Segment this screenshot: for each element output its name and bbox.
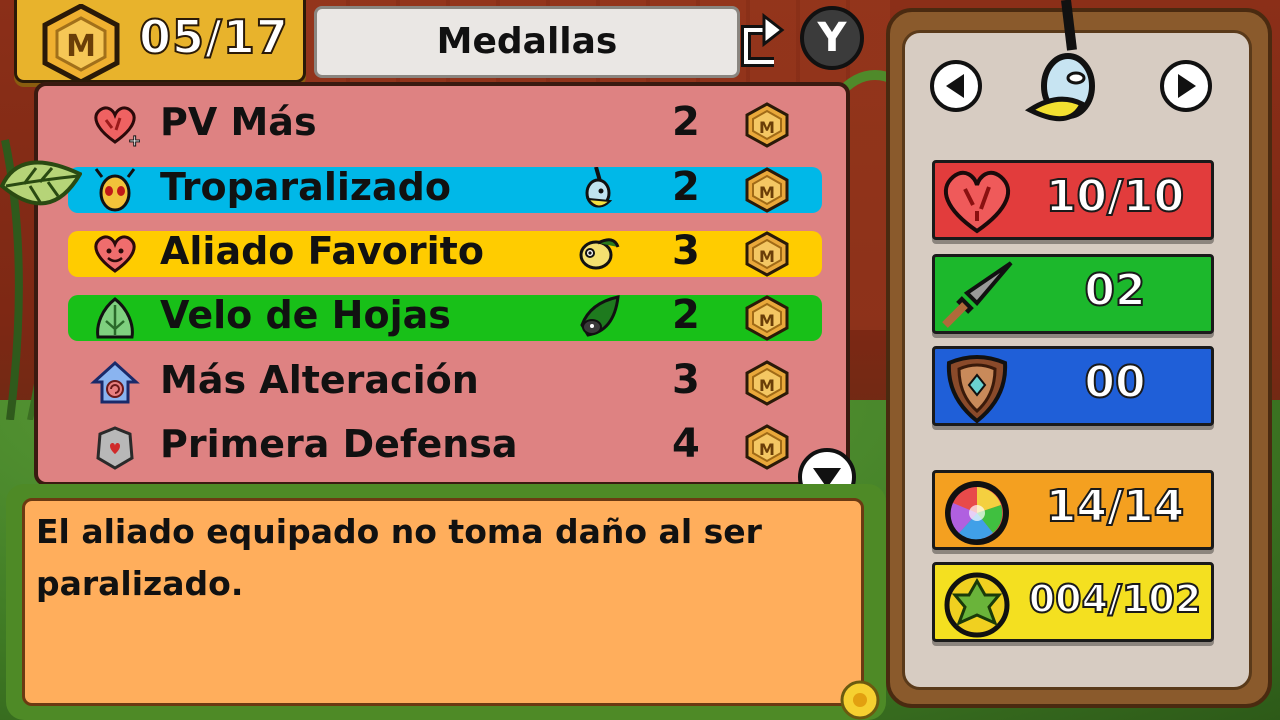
medal-row-mas-alteracion[interactable]: Más Alteración 3 M: [68, 357, 822, 406]
medal-icon: M: [42, 4, 120, 84]
medal-label: Troparalizado: [160, 165, 451, 209]
medal-icon: M: [745, 360, 789, 406]
svg-text:M: M: [759, 247, 775, 266]
stat-tp: 14/14: [932, 470, 1214, 550]
svg-text:+: +: [128, 131, 140, 148]
beetle-ally-icon: [579, 238, 620, 270]
medal-label: PV Más: [160, 100, 317, 144]
stat-attack: 02: [932, 254, 1214, 334]
shield-icon: [946, 355, 1008, 423]
medal-label: Aliado Favorito: [160, 229, 484, 273]
medal-cost: 2: [672, 99, 700, 145]
swap-arrow-icon: [741, 12, 785, 67]
chevron-right-icon: [1178, 74, 1196, 98]
medal-count-badge: M 05/17: [14, 0, 306, 84]
next-ally-button[interactable]: [1160, 60, 1212, 112]
medal-icon: M: [745, 295, 789, 341]
medal-cost: 4: [672, 421, 700, 467]
house-swirl-icon: [90, 360, 140, 404]
medal-cost: 2: [672, 164, 700, 210]
medal-icon: M: [745, 102, 789, 148]
currency-value: 004/102: [1028, 576, 1203, 622]
attack-value: 02: [1083, 264, 1146, 317]
medal-description: El aliado equipado no toma daño al ser p…: [36, 512, 762, 603]
medal-row-pv-mas[interactable]: + PV Más 2 M: [68, 99, 822, 148]
medal-label: Velo de Hojas: [160, 293, 451, 337]
leaf-cursor-icon: [0, 160, 82, 206]
prev-ally-button[interactable]: [930, 60, 982, 112]
sword-icon: [942, 261, 1013, 328]
bird-ally-icon: [585, 167, 613, 208]
leaf-coin-icon: [944, 572, 1010, 638]
svg-text:M: M: [759, 440, 775, 459]
medal-icon: M: [745, 231, 789, 277]
medal-icon: M: [745, 424, 789, 470]
chevron-left-icon: [946, 74, 964, 98]
medal-icon: M: [745, 167, 789, 213]
leaf-ally-icon: [580, 295, 620, 337]
medal-cost: 3: [672, 228, 700, 274]
medal-row-aliado-favorito[interactable]: Aliado Favorito 3 M: [68, 228, 822, 277]
y-button[interactable]: Y: [800, 6, 864, 70]
smiling-heart-icon: [94, 235, 136, 273]
medal-cost: 2: [672, 292, 700, 338]
heart-icon: [943, 170, 1011, 234]
medal-count-text: 05/17: [138, 9, 289, 65]
medal-row-primera-defensa[interactable]: Primera Defensa 4 M: [68, 421, 822, 470]
medal-row-velo-de-hojas[interactable]: Velo de Hojas 2 M: [68, 292, 822, 341]
rainbow-orb-icon: [945, 481, 1009, 545]
medal-cost: 3: [672, 357, 700, 403]
svg-text:M: M: [759, 118, 775, 137]
heart-plus-icon: +: [94, 106, 140, 148]
medal-row-troparalizado[interactable]: Troparalizado 2 M: [68, 164, 822, 213]
stat-currency: 004/102: [932, 562, 1214, 642]
page-title: Medallas: [436, 21, 618, 62]
stat-hp: 10/10: [932, 160, 1214, 240]
svg-text:M: M: [759, 183, 775, 202]
ally-portrait: [1024, 0, 1095, 122]
svg-text:M: M: [759, 311, 775, 330]
svg-text:M: M: [66, 29, 96, 64]
stone-shield-icon: [96, 426, 134, 470]
flower-decoration-icon: [840, 680, 880, 720]
hp-value: 10/10: [1045, 170, 1186, 223]
leaf-veil-icon: [96, 297, 134, 339]
medal-list: + PV Más 2 M Troparalizado 2 M Aliado Fa…: [34, 82, 850, 486]
svg-text:M: M: [759, 376, 775, 395]
defense-value: 00: [1083, 356, 1146, 409]
medal-label: Primera Defensa: [160, 422, 518, 466]
medal-label: Más Alteración: [160, 358, 479, 402]
stat-defense: 00: [932, 346, 1214, 426]
tp-value: 14/14: [1045, 480, 1186, 533]
title-bar: Medallas: [314, 6, 740, 78]
bug-face-icon: [94, 168, 136, 212]
